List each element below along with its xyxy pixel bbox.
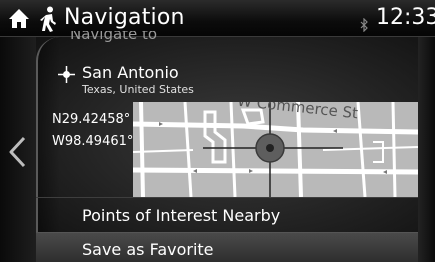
page-title: Navigation: [64, 5, 185, 30]
home-icon[interactable]: [8, 8, 30, 30]
destination-name: San Antonio: [82, 63, 179, 82]
list-item-save-favorite[interactable]: Save as Favorite: [36, 232, 418, 262]
back-zone[interactable]: [0, 37, 36, 262]
list-right-edge: [418, 37, 435, 262]
map-graphics: [133, 102, 418, 197]
list-item-navigate-to[interactable]: Navigate to: [70, 31, 270, 43]
crosshair-pin-icon: [58, 66, 75, 83]
clock: 12:33: [376, 5, 435, 30]
destination-map[interactable]: W Commerce St: [133, 102, 418, 197]
latitude-label: N29.42458°: [52, 112, 131, 127]
back-chevron-icon[interactable]: [6, 135, 28, 169]
list-item-label: Save as Favorite: [82, 240, 214, 259]
longitude-label: W98.49461°: [52, 134, 134, 149]
bluetooth-icon: [360, 18, 368, 32]
destination-region: Texas, United States: [82, 83, 194, 96]
list-item-poi-nearby[interactable]: Points of Interest Nearby: [36, 197, 418, 231]
list-item-label: Points of Interest Nearby: [82, 206, 281, 225]
main-panel: Navigate to San Antonio Texas, United St…: [0, 31, 435, 262]
pedestrian-icon: [40, 6, 56, 32]
